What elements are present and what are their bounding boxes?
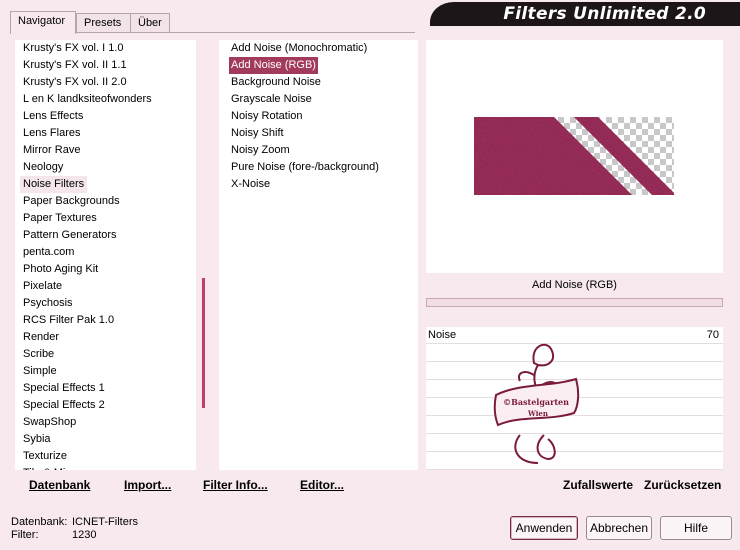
tab-presets[interactable]: Presets bbox=[76, 13, 131, 33]
filter-item[interactable]: Grayscale Noise bbox=[229, 91, 314, 108]
tab-uber[interactable]: Über bbox=[130, 13, 170, 33]
filter-item[interactable]: Noisy Zoom bbox=[229, 142, 292, 159]
category-item[interactable]: Krusty's FX vol. II 1.1 bbox=[20, 57, 130, 74]
scrollbar-thumb[interactable] bbox=[202, 278, 205, 408]
cancel-button[interactable]: Abbrechen bbox=[586, 516, 652, 540]
filter-progress-bar bbox=[426, 298, 723, 307]
database-value: ICNET-Filters bbox=[72, 516, 138, 528]
filter-item[interactable]: X-Noise bbox=[229, 176, 272, 193]
category-item[interactable]: Pattern Generators bbox=[20, 227, 120, 244]
category-item[interactable]: Paper Textures bbox=[20, 210, 100, 227]
filter-item[interactable]: Noisy Rotation bbox=[229, 108, 305, 125]
category-list[interactable]: Krusty's FX vol. I 1.0 Krusty's FX vol. I… bbox=[15, 40, 196, 470]
param-name: Noise bbox=[428, 329, 457, 341]
category-item[interactable]: Psychosis bbox=[20, 295, 76, 312]
filter-item[interactable]: Noisy Shift bbox=[229, 125, 286, 142]
category-item[interactable]: Render bbox=[20, 329, 62, 346]
filter-item[interactable]: Add Noise (Monochromatic) bbox=[229, 40, 369, 57]
category-item[interactable]: RCS Filter Pak 1.0 bbox=[20, 312, 117, 329]
watermark-stamp: ©Bastelgarten Wien bbox=[493, 343, 580, 464]
watermark-line1: ©Bastelgarten bbox=[503, 397, 569, 407]
category-item[interactable]: Lens Flares bbox=[20, 125, 83, 142]
category-scrollbar[interactable] bbox=[197, 40, 211, 470]
banner-title: Filters Unlimited 2.0 bbox=[503, 4, 706, 24]
filter-item[interactable]: Pure Noise (fore-/background) bbox=[229, 159, 381, 176]
preview-image bbox=[474, 117, 674, 195]
filter-item[interactable]: Add Noise (RGB) bbox=[229, 57, 318, 74]
category-item[interactable]: Tile & Mirror bbox=[20, 465, 85, 470]
filter-info-button[interactable]: Filter Info... bbox=[203, 478, 268, 492]
category-item[interactable]: Krusty's FX vol. II 2.0 bbox=[20, 74, 130, 91]
category-item[interactable]: Noise Filters bbox=[20, 176, 88, 193]
title-banner: Filters Unlimited 2.0 bbox=[430, 2, 740, 26]
import-button[interactable]: Import... bbox=[124, 478, 171, 492]
category-item[interactable]: Pixelate bbox=[20, 278, 65, 295]
selected-filter-name: Add Noise (RGB) bbox=[532, 279, 617, 291]
category-item[interactable]: penta.com bbox=[20, 244, 77, 261]
parameter-panel: Noise 70 ©Bastelgarten Wien bbox=[426, 327, 723, 470]
category-item[interactable]: Scribe bbox=[20, 346, 57, 363]
category-item[interactable]: Photo Aging Kit bbox=[20, 261, 101, 278]
category-item[interactable]: Simple bbox=[20, 363, 60, 380]
category-item[interactable]: Krusty's FX vol. I 1.0 bbox=[20, 40, 127, 57]
filter-list[interactable]: Add Noise (Monochromatic) Add Noise (RGB)… bbox=[219, 40, 418, 470]
help-button[interactable]: Hilfe bbox=[660, 516, 732, 540]
category-item[interactable]: Texturize bbox=[20, 448, 70, 465]
editor-button[interactable]: Editor... bbox=[300, 478, 344, 492]
category-item[interactable]: Special Effects 1 bbox=[20, 380, 108, 397]
apply-button[interactable]: Anwenden bbox=[510, 516, 578, 540]
filter-item[interactable]: Background Noise bbox=[229, 74, 323, 91]
category-item[interactable]: Special Effects 2 bbox=[20, 397, 108, 414]
watermark-line2: Wien bbox=[527, 409, 548, 418]
filter-count-label: Filter: bbox=[11, 529, 39, 541]
category-item[interactable]: L en K landksiteofwonders bbox=[20, 91, 155, 108]
randomize-button[interactable]: Zufallswerte bbox=[563, 478, 633, 492]
preview-panel bbox=[426, 40, 723, 273]
filter-count-value: 1230 bbox=[72, 529, 97, 541]
category-item[interactable]: Paper Backgrounds bbox=[20, 193, 123, 210]
category-item[interactable]: Lens Effects bbox=[20, 108, 86, 125]
param-value[interactable]: 70 bbox=[707, 327, 719, 344]
database-label: Datenbank: bbox=[11, 516, 68, 528]
category-item[interactable]: Sybia bbox=[20, 431, 54, 448]
reset-button[interactable]: Zurücksetzen bbox=[644, 478, 721, 492]
category-item[interactable]: Mirror Rave bbox=[20, 142, 83, 159]
category-item[interactable]: Neology bbox=[20, 159, 66, 176]
category-item[interactable]: SwapShop bbox=[20, 414, 79, 431]
datenbank-button[interactable]: Datenbank bbox=[29, 478, 90, 492]
tab-navigator[interactable]: Navigator bbox=[10, 11, 76, 34]
